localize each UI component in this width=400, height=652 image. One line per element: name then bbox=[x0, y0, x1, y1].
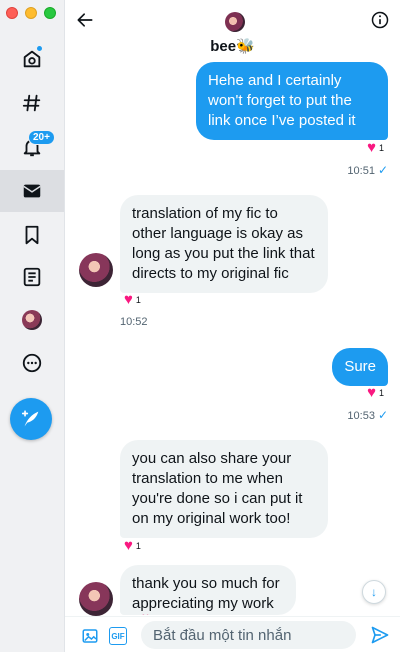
sidebar-item-messages[interactable] bbox=[0, 170, 64, 212]
message-bubble-sent[interactable]: Sure bbox=[332, 348, 388, 386]
message-bubble-sent[interactable]: Hehe and I certainly won't forget to put… bbox=[196, 62, 388, 140]
more-icon bbox=[22, 353, 42, 373]
home-notification-dot bbox=[36, 45, 43, 52]
avatar-icon bbox=[22, 310, 42, 330]
sidebar-item-bookmarks[interactable] bbox=[0, 214, 64, 256]
image-icon[interactable] bbox=[81, 627, 99, 645]
message-reaction[interactable]: ♥ 1 bbox=[367, 139, 384, 156]
sidebar-item-notifications[interactable]: 20+ bbox=[0, 126, 64, 168]
message-reaction[interactable]: ♥ 1 bbox=[124, 537, 141, 554]
zoom-window-button[interactable] bbox=[44, 7, 56, 19]
conversation-panel: bee🐝 Hehe and I certainly won't forget t… bbox=[65, 0, 400, 652]
message-input[interactable] bbox=[141, 621, 356, 649]
bookmark-icon bbox=[25, 225, 39, 245]
arrow-down-icon: ↓ bbox=[371, 585, 377, 599]
list-icon bbox=[23, 267, 41, 287]
message-bubble-received[interactable]: thank you so much for appreciating my wo… bbox=[120, 565, 296, 615]
heart-icon: ♥ bbox=[367, 384, 376, 401]
compose-feather-icon bbox=[21, 410, 39, 427]
heart-icon: ♥ bbox=[124, 537, 133, 554]
conversation-header: bee🐝 bbox=[65, 0, 400, 60]
message-reaction[interactable]: ♥ 1 bbox=[367, 384, 384, 401]
sidebar-item-explore[interactable] bbox=[0, 82, 64, 124]
hashtag-icon bbox=[22, 94, 41, 112]
message-timestamp: 10:53 ✓ bbox=[347, 408, 388, 422]
scroll-to-bottom-button[interactable]: ↓ bbox=[362, 580, 386, 604]
sidebar: 20+ bbox=[0, 0, 65, 652]
sent-check-icon: ✓ bbox=[377, 408, 388, 422]
message-bubble-received[interactable]: you can also share your translation to m… bbox=[120, 440, 328, 538]
send-icon[interactable] bbox=[370, 625, 390, 645]
notifications-badge: 20+ bbox=[28, 130, 55, 145]
message-timestamp: 10:51 ✓ bbox=[347, 163, 388, 177]
message-bubble-received[interactable]: translation of my fic to other language … bbox=[120, 195, 328, 293]
sidebar-item-lists[interactable] bbox=[0, 256, 64, 298]
message-timestamp: 10:52 bbox=[120, 316, 148, 328]
contact-name[interactable]: bee🐝 bbox=[65, 37, 400, 55]
sidebar-item-home[interactable] bbox=[0, 38, 64, 80]
gif-button[interactable]: GIF bbox=[109, 627, 127, 645]
sidebar-item-more[interactable] bbox=[0, 342, 64, 384]
message-composer: GIF bbox=[65, 616, 400, 652]
sent-check-icon: ✓ bbox=[377, 163, 388, 177]
heart-icon: ♥ bbox=[367, 139, 376, 156]
message-reaction[interactable]: ♥ 1 bbox=[124, 291, 141, 308]
window-controls bbox=[6, 7, 56, 19]
sender-avatar[interactable] bbox=[79, 253, 113, 287]
sender-avatar[interactable] bbox=[79, 582, 113, 616]
close-window-button[interactable] bbox=[6, 7, 18, 19]
sidebar-item-profile[interactable] bbox=[0, 299, 64, 341]
compose-button[interactable] bbox=[10, 398, 52, 440]
contact-avatar[interactable] bbox=[225, 12, 245, 32]
info-icon[interactable] bbox=[370, 10, 390, 30]
envelope-icon bbox=[23, 184, 41, 198]
heart-icon: ♥ bbox=[124, 291, 133, 308]
back-arrow-icon[interactable] bbox=[75, 10, 95, 30]
minimize-window-button[interactable] bbox=[25, 7, 37, 19]
